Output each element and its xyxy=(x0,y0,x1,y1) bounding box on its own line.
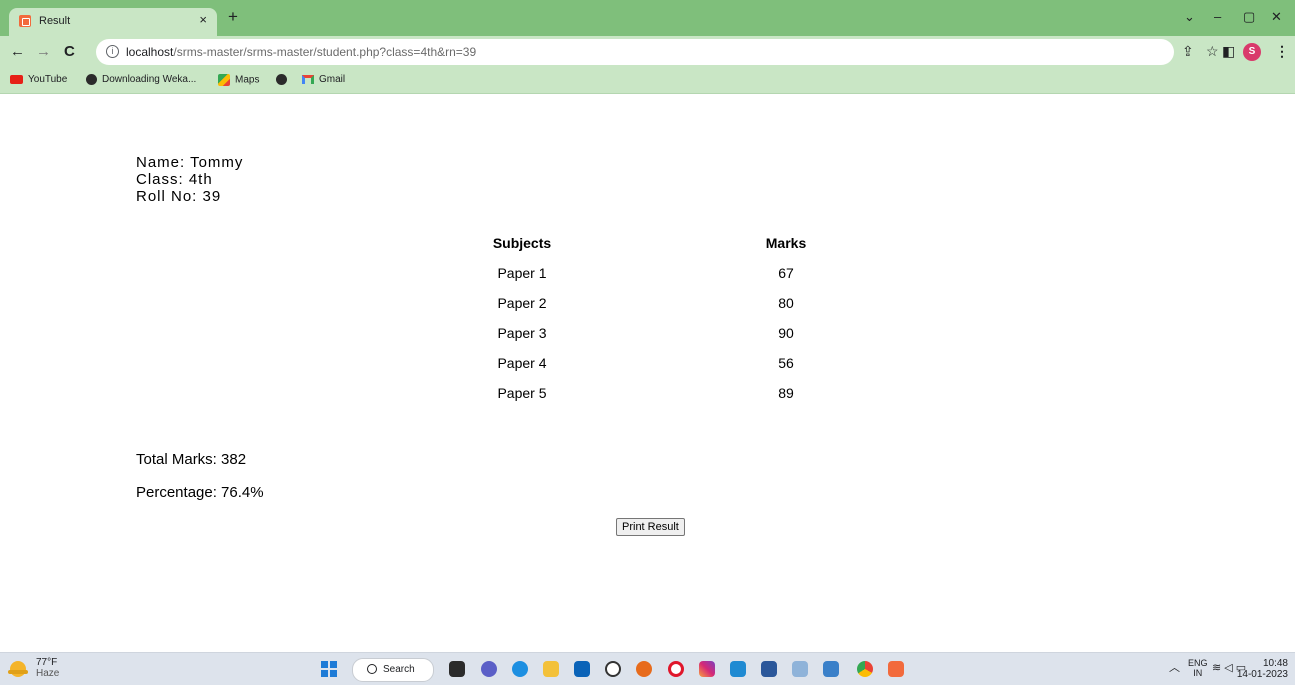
table-row: Paper 1 67 xyxy=(456,258,984,288)
print-result-button[interactable]: Print Result xyxy=(616,518,685,536)
xampp-icon[interactable] xyxy=(888,661,904,677)
browser-toolbar: ← → C i localhost/srms-master/srms-maste… xyxy=(0,36,1295,69)
bookmarks-bar: YouTube Downloading Weka... Maps Gmail xyxy=(0,69,1295,94)
profile-avatar[interactable]: S xyxy=(1243,43,1261,61)
subject-cell: Paper 4 xyxy=(497,355,547,371)
youtube-icon xyxy=(10,74,23,84)
notepad-icon[interactable] xyxy=(823,661,839,677)
taskbar: 77°F Haze Search ︿ ENG IN ≋ ◁ ▭ 10:48 14-0… xyxy=(0,652,1295,685)
reload-icon[interactable]: C xyxy=(64,44,75,59)
file-explorer-icon[interactable] xyxy=(543,661,559,677)
edge-icon[interactable] xyxy=(512,661,528,677)
subjects-header: Subjects xyxy=(492,235,552,251)
tab-strip: Result × + ⌄ – ▢ ✕ xyxy=(0,0,1295,36)
subject-cell: Paper 2 xyxy=(497,295,547,311)
close-window-button[interactable]: ✕ xyxy=(1271,9,1282,25)
back-arrow-icon[interactable]: ← xyxy=(10,44,25,59)
tab-close-icon[interactable]: × xyxy=(199,12,207,27)
share-icon[interactable]: ⇪ xyxy=(1182,43,1194,59)
marks-cell: 89 xyxy=(778,385,794,401)
tab-title: Result xyxy=(39,15,71,27)
table-header-row: Subjects Marks xyxy=(456,228,984,258)
gmail-icon xyxy=(302,74,314,84)
globe-icon xyxy=(276,74,287,85)
results-table: Subjects Marks Paper 1 67 Paper 2 80 Pap… xyxy=(456,228,984,408)
task-view-icon[interactable] xyxy=(449,661,465,677)
chrome-icon[interactable] xyxy=(857,661,873,677)
marks-cell: 80 xyxy=(778,295,794,311)
address-bar[interactable]: i localhost/srms-master/srms-master/stud… xyxy=(96,39,1174,65)
weather-condition[interactable]: Haze xyxy=(36,669,59,679)
firefox-icon[interactable] xyxy=(636,661,652,677)
search-icon xyxy=(367,664,377,674)
dell-icon[interactable] xyxy=(605,661,621,677)
bookmark-star-icon[interactable]: ☆ xyxy=(1206,43,1219,59)
bookmark-globe[interactable] xyxy=(276,74,292,85)
student-class: Class: 4th xyxy=(136,171,213,188)
word-icon[interactable] xyxy=(761,661,777,677)
language-indicator[interactable]: ENG IN xyxy=(1188,658,1208,678)
subject-cell: Paper 5 xyxy=(497,385,547,401)
mail-icon[interactable] xyxy=(574,661,590,677)
bookmark-weka[interactable]: Downloading Weka... xyxy=(86,74,196,85)
tab-result[interactable]: Result × xyxy=(9,8,217,36)
marks-header: Marks xyxy=(765,235,807,251)
xampp-favicon-icon xyxy=(19,15,31,27)
side-panel-icon[interactable]: ◧ xyxy=(1222,43,1235,59)
taskbar-search[interactable]: Search xyxy=(352,658,434,682)
bookmark-gmail[interactable]: Gmail xyxy=(302,74,345,85)
table-row: Paper 2 80 xyxy=(456,288,984,318)
vscode-icon[interactable] xyxy=(730,661,746,677)
instagram-icon[interactable] xyxy=(699,661,715,677)
clock[interactable]: 10:48 14-01-2023 xyxy=(1232,658,1288,680)
student-info: Name: Tommy Class: 4th Roll No: 39 xyxy=(136,154,243,205)
weather-temperature[interactable]: 77°F xyxy=(36,658,57,668)
globe-icon xyxy=(86,74,97,85)
chevron-up-icon[interactable]: ︿ xyxy=(1169,662,1180,674)
student-roll-no: Roll No: 39 xyxy=(136,188,222,205)
maximize-button[interactable]: ▢ xyxy=(1243,9,1255,25)
minimize-button[interactable]: – xyxy=(1214,9,1221,24)
percentage: Percentage: 76.4% xyxy=(136,484,264,501)
student-name: Name: Tommy xyxy=(136,154,244,171)
marks-cell: 56 xyxy=(778,355,794,371)
url-text[interactable]: localhost/srms-master/srms-master/studen… xyxy=(126,45,476,59)
table-row: Paper 5 89 xyxy=(456,378,984,408)
meet-chat-icon[interactable] xyxy=(481,661,497,677)
tab-search-icon[interactable]: ⌄ xyxy=(1184,9,1195,25)
table-row: Paper 4 56 xyxy=(456,348,984,378)
menu-kebab-icon[interactable]: ⋮ xyxy=(1275,43,1289,59)
total-marks: Total Marks: 382 xyxy=(136,451,247,468)
subject-cell: Paper 1 xyxy=(497,265,547,281)
subject-cell: Paper 3 xyxy=(497,325,547,341)
window-icon[interactable] xyxy=(792,661,808,677)
table-row: Paper 3 90 xyxy=(456,318,984,348)
windows-start-icon[interactable] xyxy=(321,661,337,677)
info-icon[interactable]: i xyxy=(106,45,119,58)
bookmark-youtube[interactable]: YouTube xyxy=(10,74,67,85)
weather-haze-icon[interactable] xyxy=(8,661,28,677)
opera-icon[interactable] xyxy=(668,661,684,677)
forward-arrow-icon[interactable]: → xyxy=(36,44,51,59)
bookmark-maps[interactable]: Maps xyxy=(218,74,259,86)
maps-icon xyxy=(218,74,230,86)
marks-cell: 67 xyxy=(778,265,794,281)
marks-cell: 90 xyxy=(778,325,794,341)
new-tab-button[interactable]: + xyxy=(228,8,238,25)
